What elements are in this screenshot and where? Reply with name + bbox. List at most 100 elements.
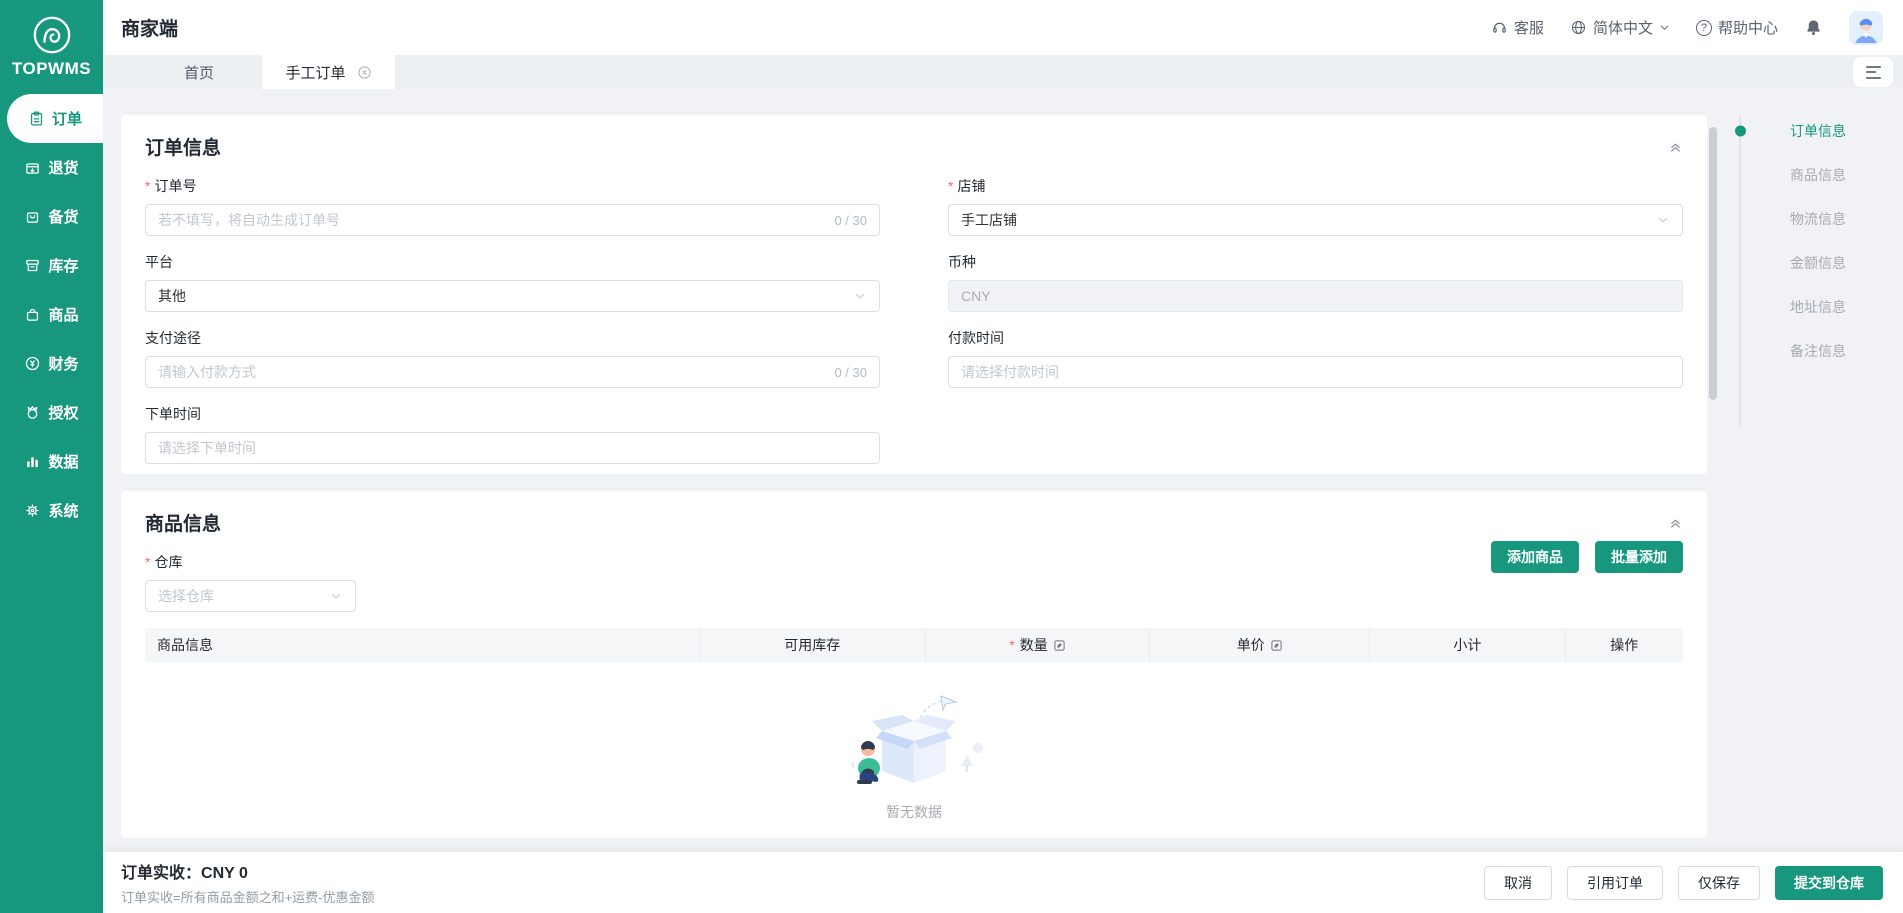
- platform-select[interactable]: 其他: [145, 280, 880, 312]
- tab-bar: 首页 手工订单: [103, 55, 1903, 89]
- avatar-image: [1849, 10, 1883, 45]
- sidebar-item-finance[interactable]: 财务: [0, 339, 103, 388]
- shop-label: * 店铺: [948, 178, 986, 194]
- currency-input: CNY: [948, 280, 1683, 312]
- content-scrollbar[interactable]: [1709, 127, 1717, 400]
- collapse-section-icon[interactable]: [1668, 515, 1683, 530]
- product-info-card: 商品信息 * 仓库 选择仓库 添加商品 批量添加 商品信息 可用库存 * 数量 …: [121, 491, 1707, 838]
- sidebar-item-products[interactable]: 商品: [0, 290, 103, 339]
- order-no-label: * 订单号: [145, 178, 197, 194]
- anchor-amount-info[interactable]: 金额信息: [1723, 241, 1903, 285]
- inventory-icon: [26, 259, 40, 272]
- sidebar-item-authorization[interactable]: 授权: [0, 388, 103, 437]
- save-only-button[interactable]: 仅保存: [1678, 865, 1760, 900]
- anchor-address-info[interactable]: 地址信息: [1723, 285, 1903, 329]
- warehouse-label: * 仓库: [145, 554, 183, 570]
- cancel-button[interactable]: 取消: [1484, 865, 1552, 900]
- chevron-down-icon: [855, 294, 865, 299]
- sidebar-item-label: 库存: [48, 258, 79, 275]
- globe-icon: [1571, 20, 1586, 35]
- platform-select-value: 其他: [158, 288, 186, 304]
- sidebar-item-stock-prep[interactable]: 备货: [0, 192, 103, 241]
- warehouse-field-group: * 仓库 选择仓库: [145, 552, 356, 612]
- tab-label: 手工订单: [285, 64, 346, 82]
- anchor-active-dot: [1735, 125, 1746, 137]
- col-unit-price: 单价: [1149, 628, 1369, 662]
- language-label: 简体中文: [1592, 20, 1653, 37]
- batch-edit-price-icon[interactable]: [1270, 639, 1283, 652]
- add-product-button[interactable]: 添加商品: [1491, 541, 1579, 573]
- currency-label: 币种: [948, 254, 976, 270]
- submit-to-warehouse-button[interactable]: 提交到仓库: [1775, 865, 1883, 900]
- anchor-logistics-info[interactable]: 物流信息: [1723, 197, 1903, 241]
- empty-state: 暂无数据: [145, 662, 1683, 852]
- order-no-input[interactable]: [158, 212, 827, 228]
- collapse-section-icon[interactable]: [1668, 139, 1683, 154]
- tab-label: 首页: [183, 64, 214, 82]
- platform-field-group: 平台 其他: [145, 252, 880, 312]
- tab-home[interactable]: 首页: [136, 55, 262, 89]
- content-area: 订单信息 * 订单号 若不填写，将自动生成订单号 0 / 30 * 店铺 手工店…: [103, 89, 1903, 852]
- main-area: 商家端 客服 简体中文 ? 帮助中心 首页 手工订单 订单信息 * 订单号 若不…: [103, 0, 1903, 913]
- sidebar: TOPWMS 订单 退货 备货 库存 商品 财务 授权 数据 系统: [0, 0, 103, 913]
- footer-bar: 订单实收：CNY 0 订单实收=所有商品金额之和+运费-优惠金额 取消 引用订单…: [103, 852, 1903, 913]
- platform-label: 平台: [145, 254, 173, 270]
- order-icon: [30, 111, 43, 126]
- system-icon: [26, 504, 40, 517]
- sidebar-item-label: 备货: [48, 209, 79, 226]
- topbar: 商家端 客服 简体中文 ? 帮助中心: [103, 0, 1903, 55]
- col-subtotal: 小计: [1369, 628, 1564, 662]
- anchor-order-info[interactable]: 订单信息: [1723, 109, 1903, 153]
- product-table-header: 商品信息 可用库存 * 数量 单价 小计 操作: [145, 628, 1683, 662]
- customer-service-label: 客服: [1513, 20, 1544, 37]
- shop-field-group: * 店铺 手工店铺: [948, 176, 1683, 236]
- page-title: 商家端: [121, 19, 179, 40]
- order-total-formula: 订单实收=所有商品金额之和+运费-优惠金额: [121, 890, 375, 905]
- elephant-logo-icon: [33, 16, 70, 54]
- sidebar-item-label: 系统: [48, 503, 79, 520]
- payment-time-input[interactable]: [961, 364, 1670, 380]
- anchor-nav: 订单信息 商品信息 物流信息 金额信息 地址信息 备注信息: [1723, 109, 1903, 427]
- col-product-info: 商品信息: [157, 637, 213, 653]
- tab-manual-order[interactable]: 手工订单: [262, 55, 395, 89]
- sidebar-item-data[interactable]: 数据: [0, 437, 103, 486]
- customer-service-button[interactable]: 客服: [1491, 17, 1544, 38]
- tab-list-menu-button[interactable]: [1853, 57, 1893, 87]
- batch-edit-quantity-icon[interactable]: [1053, 639, 1066, 652]
- sidebar-item-orders[interactable]: 订单: [7, 94, 103, 143]
- sidebar-item-label: 订单: [51, 111, 82, 128]
- anchor-remark-info[interactable]: 备注信息: [1723, 329, 1903, 373]
- section-title-product-info: 商品信息: [145, 514, 222, 535]
- warehouse-select[interactable]: 选择仓库: [145, 580, 356, 612]
- required-marker: *: [948, 178, 954, 194]
- sidebar-item-returns[interactable]: 退货: [0, 143, 103, 192]
- reference-order-button[interactable]: 引用订单: [1567, 865, 1663, 900]
- payment-method-input[interactable]: [158, 364, 827, 380]
- order-time-input[interactable]: [158, 440, 867, 456]
- currency-field-group: 币种 CNY: [948, 252, 1683, 312]
- currency-value: CNY: [961, 288, 991, 304]
- char-counter: 0 / 30: [834, 212, 867, 228]
- returns-icon: [26, 163, 40, 174]
- batch-add-button[interactable]: 批量添加: [1595, 541, 1683, 573]
- sidebar-item-inventory[interactable]: 库存: [0, 241, 103, 290]
- finance-icon: [26, 356, 40, 371]
- authorization-icon: [28, 406, 38, 419]
- sidebar-item-label: 授权: [48, 405, 79, 422]
- shop-select[interactable]: 手工店铺: [948, 204, 1683, 236]
- order-total: 订单实收：CNY 0: [121, 865, 248, 882]
- sidebar-item-label: 数据: [48, 454, 79, 471]
- help-center-button[interactable]: ? 帮助中心: [1695, 17, 1778, 38]
- sidebar-item-system[interactable]: 系统: [0, 486, 103, 535]
- sidebar-item-label: 退货: [48, 160, 79, 177]
- help-center-label: 帮助中心: [1717, 20, 1778, 37]
- language-switcher[interactable]: 简体中文: [1570, 17, 1670, 38]
- anchor-product-info[interactable]: 商品信息: [1723, 153, 1903, 197]
- close-tab-icon[interactable]: [357, 65, 372, 80]
- user-avatar[interactable]: [1849, 10, 1883, 45]
- product-table: 商品信息 可用库存 * 数量 单价 小计 操作 暂无数据: [145, 628, 1683, 852]
- bell-icon[interactable]: [1804, 18, 1823, 37]
- order-time-field-group: 下单时间: [145, 404, 880, 464]
- payment-time-field-group: 付款时间: [948, 328, 1683, 388]
- payment-method-field-group: 支付途径 0 / 30: [145, 328, 880, 388]
